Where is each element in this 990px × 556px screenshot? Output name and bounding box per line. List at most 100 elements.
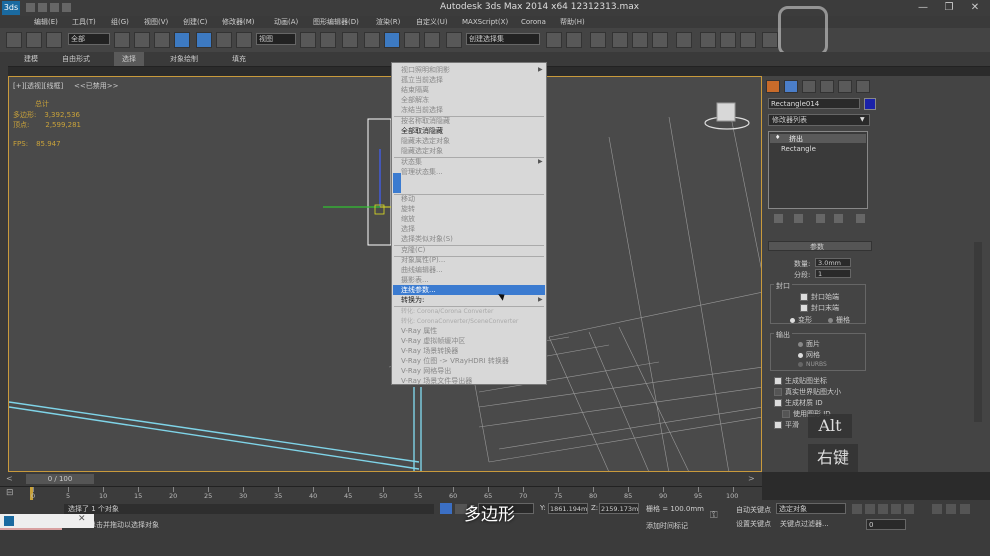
menu-rotate[interactable]: 旋转 [401, 205, 415, 214]
curve-editor-icon[interactable] [632, 32, 648, 48]
percent-snap-icon[interactable] [404, 32, 420, 48]
real-world-map-checkbox[interactable]: 真实世界贴图大小 [774, 387, 841, 397]
menu-vray-mesh-export[interactable]: V-Ray 网格导出 [401, 367, 451, 376]
gen-map-coords-checkbox[interactable]: 生成贴图坐标 [774, 376, 827, 386]
z-coord-field[interactable]: 2159.173m [599, 503, 639, 514]
quick-access-toolbar[interactable] [26, 3, 86, 13]
selection-region-icon[interactable] [154, 32, 170, 48]
time-slider-handle[interactable]: 0 / 100 [26, 474, 94, 484]
menu-modifiers[interactable]: 修改器(M) [222, 16, 255, 28]
menu-dope-sheet[interactable]: 摄影表... [401, 276, 429, 285]
add-time-tag[interactable]: 添加时间标记 [646, 521, 688, 531]
show-end-result-icon[interactable] [794, 214, 803, 223]
named-selection-dropdown[interactable]: 创建选择集 [466, 33, 540, 45]
grid-radio[interactable]: 栅格 [828, 315, 850, 325]
menu-end-isolate[interactable]: 结束隔离 [401, 86, 429, 95]
orbit-icon[interactable] [960, 504, 970, 514]
zoom-icon[interactable] [932, 504, 942, 514]
menu-graph-editors[interactable]: 图形编辑器(D) [313, 16, 359, 28]
menu-select[interactable]: 选择 [401, 225, 415, 234]
perspective-viewport[interactable]: [+][透视][线框] <<已禁用>> 总计 多边形: 3,392,536 顶点:… [8, 76, 762, 472]
menu-wire-parameters[interactable]: 连线参数... [401, 286, 436, 295]
render-setup-icon[interactable] [700, 32, 716, 48]
rotate-icon[interactable] [216, 32, 232, 48]
menu-maxscript[interactable]: MAXScript(X) [462, 16, 508, 28]
segments-spinner[interactable]: 1 [815, 269, 851, 278]
menu-unhide-by-name[interactable]: 按名称取消隐藏 [401, 117, 450, 126]
menu-vray-vfb[interactable]: V-Ray 虚拟帧缓冲区 [401, 337, 465, 346]
menu-freeze-selection[interactable]: 冻结当前选择 [401, 106, 443, 115]
select-object-icon[interactable] [114, 32, 130, 48]
remove-modifier-icon[interactable] [834, 214, 843, 223]
menu-rendering[interactable]: 渲染(R) [376, 16, 400, 28]
tab-populate[interactable]: 填充 [232, 52, 246, 66]
selection-filter-dropdown[interactable]: 全部 [68, 33, 110, 45]
prev-frame-icon[interactable] [865, 504, 875, 514]
menu-object-properties[interactable]: 对象属性(P)... [401, 256, 445, 265]
menu-hide-selection[interactable]: 隐藏选定对象 [401, 147, 443, 156]
menu-hide-unselected[interactable]: 隐藏未选定对象 [401, 137, 450, 146]
keyboard-shortcut-icon[interactable] [342, 32, 358, 48]
modify-tab-icon[interactable] [784, 80, 798, 93]
move-icon[interactable] [196, 32, 212, 48]
reference-coordinate-dropdown[interactable]: 视图 [256, 33, 296, 45]
menu-unfreeze-all[interactable]: 全部解冻 [401, 96, 429, 105]
tab-modeling[interactable]: 建模 [24, 52, 38, 66]
configure-sets-icon[interactable] [856, 214, 865, 223]
object-name-field[interactable]: Rectangle014 [768, 98, 860, 109]
nurbs-radio[interactable]: NURBS [798, 361, 827, 368]
menu-unhide-all[interactable]: 全部取消隐藏 [401, 127, 443, 136]
bind-space-warp-icon[interactable] [46, 32, 62, 48]
key-icon[interactable]: ⚿ [710, 510, 730, 522]
tab-object-paint[interactable]: 对象绘制 [170, 52, 198, 66]
next-frame-icon[interactable] [891, 504, 901, 514]
lightbulb-icon[interactable]: ♦ [775, 134, 780, 141]
utilities-tab-icon[interactable] [856, 80, 870, 93]
menu-vray-scene-converter[interactable]: V-Ray 场景转换器 [401, 347, 458, 356]
menu-customize[interactable]: 自定义(U) [416, 16, 448, 28]
material-editor-icon[interactable] [676, 32, 692, 48]
menu-corona-converter[interactable]: 转化: Corona/Corona Converter [401, 307, 493, 316]
key-filters-button[interactable]: 关键点过滤器... [780, 519, 829, 529]
patch-radio[interactable]: 面片 [798, 339, 820, 349]
menu-create[interactable]: 创建(C) [183, 16, 207, 28]
link-icon[interactable] [6, 32, 22, 48]
modifier-stack[interactable]: ♦ 挤出 Rectangle [768, 131, 868, 209]
pan-icon[interactable] [946, 504, 956, 514]
cap-end-checkbox[interactable]: 封口末端 [800, 303, 839, 313]
app-logo-icon[interactable]: 3ds [2, 1, 20, 15]
render-production-icon[interactable] [740, 32, 756, 48]
menu-views[interactable]: 视图(V) [144, 16, 168, 28]
graphite-toggle-icon[interactable] [612, 32, 628, 48]
menu-manage-state-sets[interactable]: 管理状态集... [401, 168, 443, 177]
amount-spinner[interactable]: 3.0mm [815, 258, 851, 267]
menu-convert-to[interactable]: 转换为: [401, 296, 424, 305]
goto-start-icon[interactable] [852, 504, 862, 514]
menu-scene-converter[interactable]: 转化: CoronaConverter/SceneConverter [401, 317, 518, 326]
unlink-icon[interactable] [26, 32, 42, 48]
timeline-prev-icon[interactable]: < [6, 474, 13, 483]
tab-freeform[interactable]: 自由形式 [62, 52, 90, 66]
rendered-frame-icon[interactable] [720, 32, 736, 48]
object-color-swatch[interactable] [864, 98, 876, 110]
menu-scale[interactable]: 缩放 [401, 215, 415, 224]
key-set-dropdown[interactable]: 选定对象 [776, 503, 846, 514]
create-tab-icon[interactable] [766, 80, 780, 93]
menu-viewport-lighting[interactable]: 视口照明和阴影 [401, 66, 450, 75]
menu-vray-bitmap-converter[interactable]: V-Ray 位图 -> VRayHDRI 转换器 [401, 357, 509, 366]
motion-tab-icon[interactable] [820, 80, 834, 93]
panel-scrollbar[interactable] [974, 242, 982, 422]
stack-item-rectangle[interactable]: Rectangle [781, 145, 816, 153]
set-key-button[interactable]: 设置关键点 [736, 519, 771, 529]
track-bar[interactable]: ⊟ 0 5 10 15 20 25 30 35 40 45 50 55 60 6… [0, 486, 762, 501]
menu-edit[interactable]: 编辑(E) [34, 16, 58, 28]
cap-start-checkbox[interactable]: 封口始端 [800, 292, 839, 302]
stack-item-selected[interactable] [770, 134, 866, 143]
menu-select-similar[interactable]: 选择类似对象(S) [401, 235, 453, 244]
angle-snap-icon[interactable] [384, 32, 400, 48]
selection-lock-icon[interactable] [440, 503, 452, 514]
mirror-icon[interactable] [546, 32, 562, 48]
timeline-next-icon[interactable]: > [748, 474, 755, 483]
pin-stack-icon[interactable] [774, 214, 783, 223]
schematic-view-icon[interactable] [652, 32, 668, 48]
